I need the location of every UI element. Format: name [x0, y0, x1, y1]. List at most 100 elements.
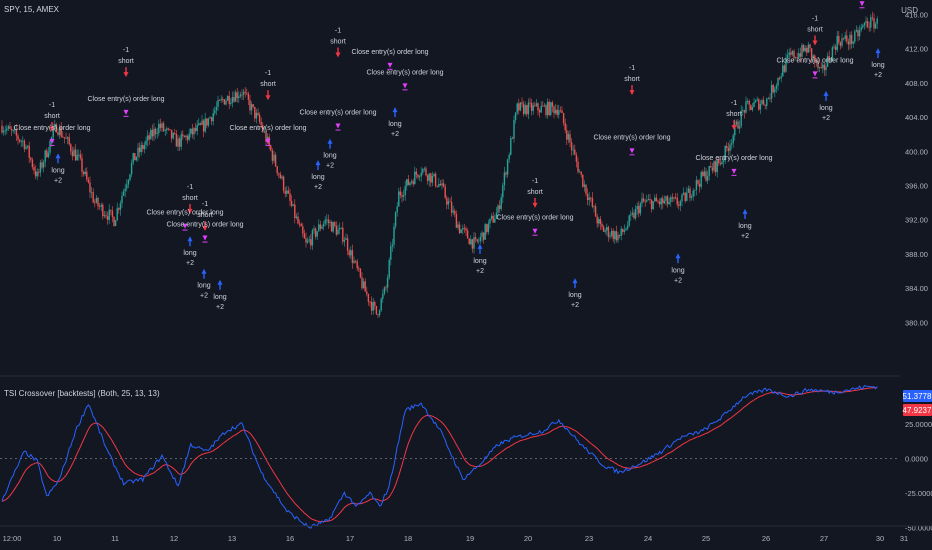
candle-body [778, 77, 781, 79]
candle-body [511, 138, 514, 139]
candle-body [543, 105, 546, 107]
candle-body [542, 105, 544, 107]
close-order-label: Close entry(s) order long [366, 69, 443, 76]
candle-body [726, 145, 728, 149]
candle-body [833, 46, 835, 48]
candle-body [674, 197, 677, 199]
candle-body [671, 197, 674, 199]
candle-body [622, 228, 624, 232]
candle-body [580, 171, 582, 175]
candle-body [25, 146, 27, 149]
candle-body [569, 134, 571, 143]
candle-body [545, 105, 547, 116]
candle-body [124, 188, 126, 192]
time-tick-label: 11 [111, 534, 119, 543]
candle-body [454, 210, 456, 214]
candle-body [129, 174, 131, 180]
price-tick-label: 388.00 [905, 250, 928, 259]
candle-body [631, 212, 634, 215]
candle-body [7, 126, 10, 129]
candle-body [238, 96, 240, 99]
candle-body [455, 213, 458, 228]
candle-body [220, 99, 222, 101]
long-label: long [871, 62, 884, 69]
candle-body [353, 260, 355, 263]
candle-body [822, 64, 824, 68]
candle-body [775, 85, 778, 89]
candle-body [649, 199, 651, 200]
candle-body [646, 200, 648, 202]
candle-body [809, 44, 811, 49]
candle-body [697, 180, 699, 184]
candle-body [66, 137, 69, 139]
candle-body [180, 134, 182, 147]
candle-body [460, 229, 462, 233]
candle-body [170, 129, 173, 139]
candle-body [769, 97, 771, 99]
candle-body [138, 147, 141, 153]
indicator-title[interactable]: TSI Crossover [backtests] (Both, 25, 13,… [4, 389, 160, 398]
candle-body [599, 218, 602, 225]
candle-body [398, 191, 400, 207]
candle-body [732, 135, 734, 144]
candle-body [65, 138, 67, 139]
candle-body [633, 212, 635, 219]
candle-body [68, 137, 70, 145]
candle-body [426, 175, 429, 181]
time-tick-label: 10 [53, 534, 61, 543]
candle-body [705, 171, 707, 181]
candle-body [847, 41, 850, 45]
candle-body [442, 183, 445, 187]
candle-body [26, 145, 29, 147]
long-label: +2 [741, 233, 749, 240]
candle-body [514, 112, 517, 120]
candle-body [559, 110, 562, 112]
chart-canvas[interactable]: -1 short Close entry(s) order long long +2 -1… [0, 0, 932, 550]
short-label: -1 [265, 70, 271, 77]
long-label: long [183, 250, 196, 257]
candle-body [303, 233, 306, 239]
candle-body [89, 182, 91, 193]
candle-body [791, 50, 794, 55]
short-label: short [330, 38, 346, 45]
candle-body [378, 310, 381, 316]
candle-body [49, 140, 51, 153]
candle-body [620, 228, 622, 236]
candle-body [156, 133, 158, 135]
candle-body [727, 148, 730, 151]
time-tick-label: 18 [404, 534, 412, 543]
price-tick-label: 392.00 [905, 216, 928, 225]
candle-body [105, 215, 107, 217]
candle-body [850, 34, 853, 44]
candle-body [711, 167, 714, 171]
short-label: short [260, 81, 276, 88]
candle-body [756, 99, 758, 101]
candle-body [444, 186, 446, 198]
long-label: +2 [326, 163, 334, 170]
candle-body [502, 185, 504, 198]
candle-body [289, 193, 291, 201]
candle-body [318, 224, 320, 232]
candle-body [182, 134, 184, 136]
time-tick-label: 26 [762, 534, 770, 543]
candle-body [447, 201, 450, 205]
close-order-label: Close entry(s) order long [13, 125, 90, 132]
tsi-value-badge: 51.3778 [903, 390, 932, 402]
candle-body [582, 174, 584, 187]
candle-body [370, 301, 373, 311]
candle-body [340, 227, 342, 229]
candle-body [561, 110, 563, 113]
candle-body [506, 159, 509, 175]
short-label: -1 [123, 47, 129, 54]
candle-body [526, 105, 528, 115]
candle-body [166, 128, 168, 131]
short-label: short [726, 111, 742, 118]
symbol-title[interactable]: SPY, 15, AMEX [4, 5, 59, 14]
close-order-label: Close entry(s) order long [351, 49, 428, 56]
candle-body [273, 154, 275, 161]
candle-body [562, 112, 565, 123]
long-label: long [671, 267, 684, 274]
candle-body [113, 216, 115, 227]
candle-body [836, 35, 838, 50]
candle-body [438, 183, 440, 187]
